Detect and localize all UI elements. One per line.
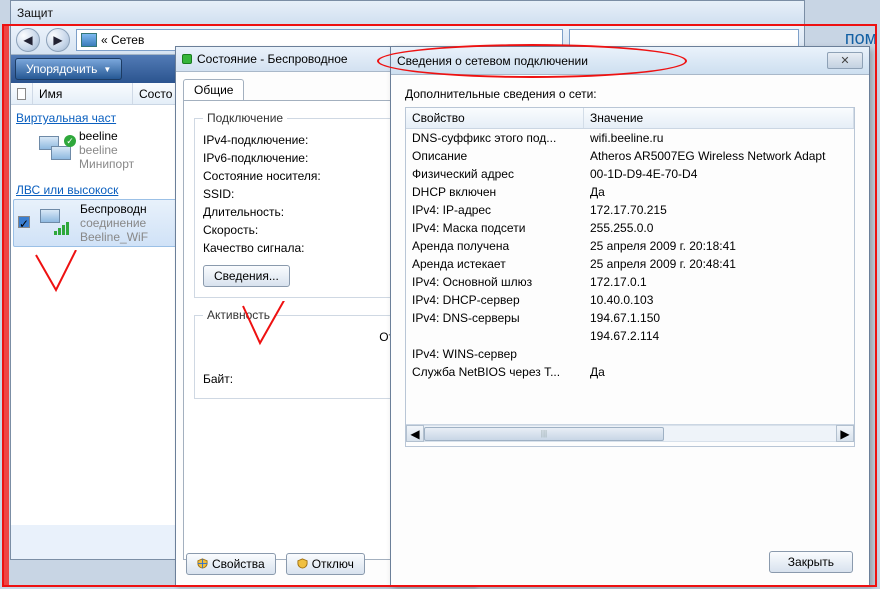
red-annotation-arrow [238,301,298,361]
cell-property: Аренда получена [406,238,584,254]
scroll-right-button[interactable]: ▶ [836,425,854,442]
row-signal-quality: Качество сигнала: [203,241,304,255]
cell-property: Служба NetBIOS через T... [406,364,584,380]
cell-property: DNS-суффикс этого под... [406,130,584,146]
cell-value: 10.40.0.103 [584,292,854,308]
cell-property: IPv4: DHCP-сервер [406,292,584,308]
table-row[interactable]: Служба NetBIOS через T...Да [406,363,854,381]
frame-title-text: Защит [17,6,798,20]
red-side-strip [2,24,9,587]
table-row[interactable]: IPv4: WINS-сервер [406,345,854,363]
details-button[interactable]: Сведения... [203,265,290,287]
item-title: Беспроводн [80,202,148,216]
cell-property: Физический адрес [406,166,584,182]
grid-col-value[interactable]: Значение [584,108,854,128]
status-title-text: Состояние - Беспроводное [197,52,348,66]
cell-property: Аренда истекает [406,256,584,272]
grid-body: DNS-суффикс этого под...wifi.beeline.ruО… [406,129,854,424]
row-media: Состояние носителя: [203,169,321,183]
scroll-track[interactable] [424,425,836,442]
cell-value: Atheros AR5007EG Wireless Network Adapt [584,148,854,164]
row-ipv4: IPv4-подключение: [203,133,308,147]
properties-button[interactable]: Свойства [186,553,276,575]
table-row[interactable]: DNS-суффикс этого под...wifi.beeline.ru [406,129,854,147]
signal-icon [182,54,192,64]
shield-icon [297,558,308,570]
table-row[interactable]: IPv4: DNS-серверы194.67.1.150 [406,309,854,327]
details-subhead: Дополнительные сведения о сети: [405,87,855,101]
scroll-left-button[interactable]: ◀ [406,425,424,442]
cell-value: 25 апреля 2009 г. 20:48:41 [584,256,854,272]
organize-button[interactable]: Упорядочить ▼ [15,58,122,80]
table-row[interactable]: DHCP включенДа [406,183,854,201]
table-row[interactable]: IPv4: DHCP-сервер10.40.0.103 [406,291,854,309]
frame-title: Защит [11,1,804,25]
cell-value: Да [584,184,854,200]
item-sub1: beeline [79,143,134,157]
cell-value: 00-1D-D9-4E-70-D4 [584,166,854,182]
details-window: Сведения о сетевом подключении ✕ Дополни… [390,46,870,586]
tab-general[interactable]: Общие [183,79,244,100]
select-all-checkbox[interactable] [17,88,26,100]
row-duration: Длительность: [203,205,284,219]
cell-value: Да [584,364,854,380]
cell-value: wifi.beeline.ru [584,130,854,146]
bytes-label: Байт: [203,372,233,386]
details-titlebar[interactable]: Сведения о сетевом подключении ✕ [391,47,869,75]
row-ssid: SSID: [203,187,234,201]
table-row[interactable]: IPv4: Основной шлюз172.17.0.1 [406,273,854,291]
cell-value: 25 апреля 2009 г. 20:18:41 [584,238,854,254]
col-name[interactable]: Имя [33,83,133,104]
cell-value: 194.67.2.114 [584,328,854,344]
cell-property: Описание [406,148,584,164]
cell-value: 194.67.1.150 [584,310,854,326]
table-row[interactable]: Аренда истекает25 апреля 2009 г. 20:48:4… [406,255,854,273]
close-button[interactable]: Закрыть [769,551,853,573]
wifi-icon [40,209,74,237]
cell-value [584,346,854,362]
shield-icon [197,558,208,570]
cell-property: IPv4: WINS-сервер [406,346,584,362]
vpn-icon: ✓ [39,136,73,164]
item-sub2: Beeline_WiF [80,230,148,244]
cell-property: IPv4: IP-адрес [406,202,584,218]
table-row[interactable]: IPv4: IP-адрес172.17.70.215 [406,201,854,219]
check-icon: ✓ [64,135,76,147]
back-button[interactable]: ◀ [16,28,40,52]
cell-value: 172.17.70.215 [584,202,854,218]
table-row[interactable]: ОписаниеAtheros AR5007EG Wireless Networ… [406,147,854,165]
connection-legend: Подключение [203,111,287,125]
details-grid: Свойство Значение DNS-суффикс этого под.… [405,107,855,447]
h-scrollbar[interactable]: ◀ ▶ [406,424,854,442]
table-row[interactable]: IPv4: Маска подсети255.255.0.0 [406,219,854,237]
row-speed: Скорость: [203,223,258,237]
cell-value: 172.17.0.1 [584,274,854,290]
table-row[interactable]: 194.67.2.114 [406,327,854,345]
table-row[interactable]: Физический адрес00-1D-D9-4E-70-D4 [406,165,854,183]
item-checkbox[interactable]: ✓ [18,216,30,228]
status-buttons: Свойства Отключ [186,553,365,575]
disable-button[interactable]: Отключ [286,553,365,575]
item-sub1: соединение [80,216,148,230]
forward-button[interactable]: ▶ [46,28,70,52]
cell-property: IPv4: DNS-серверы [406,310,584,326]
cell-property [406,328,584,344]
scroll-thumb[interactable] [424,427,664,441]
cell-property: DHCP включен [406,184,584,200]
breadcrumb-text: « Сетев [101,33,144,47]
grid-header[interactable]: Свойство Значение [406,108,854,129]
details-title-text: Сведения о сетевом подключении [397,54,827,68]
cell-property: IPv4: Основной шлюз [406,274,584,290]
close-icon[interactable]: ✕ [827,52,863,69]
grid-col-property[interactable]: Свойство [406,108,584,128]
network-icon [81,33,97,47]
organize-label: Упорядочить [26,62,97,76]
chevron-down-icon: ▼ [103,65,111,74]
item-sub2: Минипорт [79,157,134,171]
table-row[interactable]: Аренда получена25 апреля 2009 г. 20:18:4… [406,237,854,255]
cell-value: 255.255.0.0 [584,220,854,236]
item-title: beeline [79,129,134,143]
cell-property: IPv4: Маска подсети [406,220,584,236]
row-ipv6: IPv6-подключение: [203,151,308,165]
